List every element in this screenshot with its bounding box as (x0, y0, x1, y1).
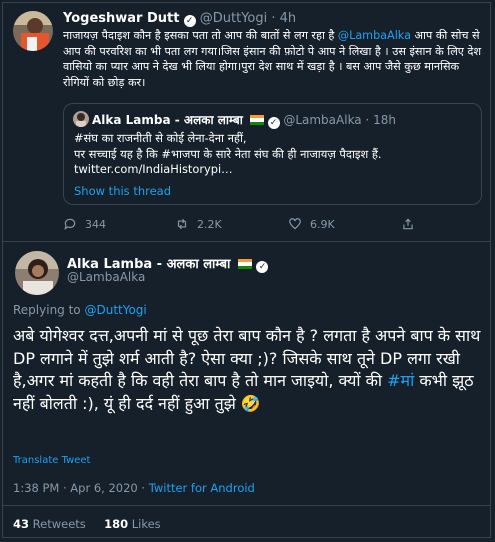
quoted-handle: @LambaAlka (283, 113, 362, 127)
replying-to: Replying to @DuttYogi (13, 303, 147, 317)
retweets-label: Retweets (29, 517, 86, 531)
hashtag-link[interactable]: #मां (387, 371, 414, 390)
india-flag-icon (237, 259, 252, 269)
main-tweet-handle[interactable]: @LambaAlka (67, 270, 145, 284)
mention-link[interactable]: @LambaAlka (338, 29, 411, 42)
verified-badge-icon: ✓ (267, 117, 280, 129)
reply-icon (64, 218, 76, 231)
top-tweet-handle[interactable]: @DuttYogi (200, 11, 267, 26)
quoted-link[interactable]: twitter.com/IndiaHistorypi… (74, 162, 474, 178)
separator-dot: · (137, 481, 149, 495)
quoted-display-name: Alka Lamba - अलका लाम्बा (92, 113, 243, 127)
like-count: 6.9K (310, 217, 335, 231)
tweet-divider (3, 241, 490, 242)
tweet-meta: 1:38 PM · Apr 6, 2020 · Twitter for Andr… (13, 481, 255, 495)
top-tweet-display-name[interactable]: Yogeshwar Dutt (63, 11, 179, 26)
quoted-avatar (73, 111, 89, 127)
likes-stat[interactable]: 180 Likes (104, 517, 161, 531)
separator-dot: · (271, 11, 276, 26)
show-thread-link[interactable]: Show this thread (74, 184, 171, 198)
yogeshwar-avatar[interactable] (13, 11, 53, 51)
tweet-thread: Yogeshwar Dutt ✓ @DuttYogi · 4h नाजायज़ … (2, 2, 491, 538)
alka-avatar[interactable] (15, 251, 59, 295)
like-icon (289, 218, 301, 230)
separator-dot: · (365, 113, 370, 127)
top-tweet-text: नाजायज़ पैदाइश कौन है इसका पता तो आप की … (63, 28, 483, 90)
tweet-text-part: नाजायज़ पैदाइश कौन है इसका पता तो आप की … (63, 29, 338, 42)
replying-label: Replying to (13, 303, 85, 317)
quoted-line: पर सच्चाई यह है कि #भाजपा के सारे नेता स… (74, 146, 382, 161)
stats-divider (3, 505, 490, 506)
retweet-count: 2.2K (197, 217, 222, 231)
laughing-emoji-icon: 🤣 (240, 393, 261, 413)
quoted-time: 18h (373, 113, 397, 127)
top-tweet-time[interactable]: 4h (280, 11, 297, 26)
retweet-button[interactable]: 2.2K (175, 217, 222, 231)
verified-badge-icon: ✓ (183, 15, 196, 27)
top-tweet-actions: 344 2.2K 6.9K (63, 217, 483, 233)
likes-label: Likes (128, 517, 161, 531)
quoted-tweet-card[interactable]: Alka Lamba - अलका लाम्बा ✓ @LambaAlka · … (63, 103, 482, 205)
top-tweet-header: Yogeshwar Dutt ✓ @DuttYogi · 4h (63, 11, 296, 27)
quoted-text: #संघ का राजनीती से कोई लेना-देना नहीं, प… (74, 131, 474, 178)
quoted-header: Alka Lamba - अलका लाम्बा ✓ @LambaAlka · … (92, 111, 396, 129)
translate-tweet-link[interactable]: Translate Tweet (13, 455, 90, 466)
tweet-stats: 43 Retweets 180 Likes (13, 517, 161, 531)
reply-count: 344 (85, 217, 106, 231)
like-button[interactable]: 6.9K (288, 217, 335, 231)
retweets-stat[interactable]: 43 Retweets (13, 517, 86, 531)
india-flag-icon (249, 115, 264, 125)
share-icon (403, 218, 413, 230)
replying-to-link[interactable]: @DuttYogi (84, 303, 146, 317)
quoted-line: #संघ का राजनीती से कोई लेना-देना नहीं, (74, 131, 247, 145)
share-button[interactable] (401, 217, 415, 231)
client-link[interactable]: Twitter for Android (149, 481, 255, 495)
reply-button[interactable]: 344 (63, 217, 106, 231)
main-tweet-text: अबे योगेश्वर दत्त,अपनी मां से पूछ तेरा ब… (13, 325, 489, 415)
retweet-total: 43 (13, 517, 30, 531)
retweet-icon (177, 218, 187, 230)
verified-badge-icon: ✓ (256, 261, 269, 273)
tweet-timestamp[interactable]: 1:38 PM · Apr 6, 2020 (13, 481, 138, 495)
like-total: 180 (104, 517, 129, 531)
